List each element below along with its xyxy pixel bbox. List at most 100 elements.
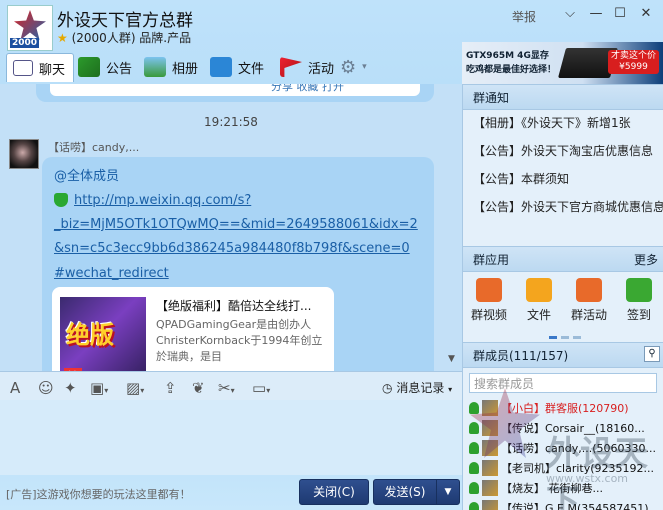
banner-line1: GTX965M 4G显存 [466,51,549,61]
member-row[interactable]: 【小白】群客服(120790) [469,398,659,418]
member-name: 【话唠】candy,...(5060330... [501,442,657,455]
member-status-icon [469,482,479,494]
send-button[interactable]: 发送(S) [373,479,437,505]
message-history-button[interactable]: ◷ 消息记录 ▾ [382,379,452,396]
member-row[interactable]: 【传说】Corsair__(18160... [469,418,659,438]
send-options-icon[interactable]: ▼ [436,479,460,505]
bottom-bar: [广告]这游戏你想要的玩法这里都有！ 关闭(C) 发送(S) ▼ [0,476,462,510]
member-row[interactable]: 【老司机】clarity(9235192... [469,458,659,478]
scroll-down-icon[interactable]: ▼ [448,354,455,364]
app-files[interactable]: 文件 [517,278,561,323]
app-checkin-label: 签到 [626,308,651,322]
settings-icon[interactable]: ⚙ ▾ [340,53,367,81]
close-window-button[interactable]: ✕ [636,5,656,23]
chat-area[interactable]: 分享 收藏 打开 19:21:58 【话唠】candy,... @全体成员 ht… [0,84,462,371]
maximize-button[interactable]: ☐ [610,5,630,23]
qq-group-window: 2000 外设天下官方总群 ★ (2000人群) 品牌.产品 举报 ⌵ — ☐ … [0,0,663,510]
video-icon [476,278,502,302]
image-icon[interactable]: ▨▾ [126,379,144,397]
member-search-icon[interactable]: ⚲ [644,346,660,362]
member-search-input[interactable]: 搜索群成员 [469,373,657,393]
group-avatar[interactable]: 2000 [7,5,53,51]
member-name: 【传说】Corsair__(18160... [501,422,645,435]
notice-title: 群通知 [473,91,510,105]
photo-icon [144,57,166,77]
app-activity[interactable]: 群活动 [567,278,611,323]
notice-header: 群通知 [463,84,663,110]
member-row[interactable]: 【话唠】candy,...(5060330... [469,438,659,458]
member-name: 【烧友】 花街柳巷... [501,482,603,495]
group-name[interactable]: 外设天下官方总群 [57,6,193,31]
notice-item[interactable]: 【相册】《外设天下》新增1张 [473,114,631,131]
app-files-label: 文件 [526,308,551,322]
tab-announcement[interactable]: 公告 [78,53,132,81]
tab-bar: 聊天 公告 相册 文件 活动 ⚙ ▾ [6,53,456,83]
tab-album[interactable]: 相册 [144,53,198,81]
more-apps-link[interactable]: 更多 [634,251,658,268]
close-button[interactable]: 关闭(C) [299,479,369,505]
gift-icon[interactable]: ▣▾ [90,379,108,397]
pager-dot-active [549,336,557,339]
member-status-icon [469,462,479,474]
group-logo-icon [14,10,46,40]
history-label: 消息记录 [396,381,445,395]
banner-price: 才卖这个价 ¥5999 [607,50,659,74]
screenshot-icon[interactable]: ✂▾ [218,379,235,397]
message-link-line2[interactable]: _biz=MjM5OTk1OTQwMQ==&mid=2649588061&idx… [54,217,418,232]
member-avatar [482,420,498,436]
message-time: 19:21:58 [204,115,258,129]
folder-icon [210,57,232,77]
notice-item[interactable]: 【公告】本群须知 [473,170,569,187]
members-header: 群成员(111/157) ⚲ [463,342,663,368]
notice-item[interactable]: 【公告】外设天下官方商城优惠信息 [473,198,663,215]
member-row[interactable]: 【烧友】 花街柳巷... [469,478,659,498]
link-text-1[interactable]: http://mp.weixin.qq.com/s? [74,193,251,208]
member-name: 【小白】群客服(120790) [501,402,629,415]
members-title: 群成员(111/157) [473,349,569,363]
member-status-icon [469,442,479,454]
magic-icon[interactable]: ✦ [64,379,77,397]
dropdown-icon[interactable]: ⌵ [560,5,580,23]
message-bubble: @全体成员 http://mp.weixin.qq.com/s? _biz=Mj… [42,157,434,371]
shake-icon[interactable]: ❦ [192,379,205,397]
member-avatar [482,460,498,476]
app-checkin[interactable]: 签到 [617,278,661,323]
right-panel: 群通知 【相册】《外设天下》新增1张 【公告】外设天下淘宝店优惠信息 【公告】本… [462,84,663,510]
share-card[interactable]: 绝版抢 【绝版福利】酷倍达全线打... QPADGamingGear是由创办人C… [52,287,334,371]
clock-icon: ◷ [382,381,393,395]
font-icon[interactable]: A [10,379,20,397]
more-icon[interactable]: ▭▾ [252,379,270,397]
upload-icon[interactable]: ⇪ [164,379,177,397]
tab-album-label: 相册 [172,61,199,77]
input-toolbar: A ☺ ✦ ▣▾ ▨▾ ⇪ ❦ ✂▾ ▭▾ ◷ 消息记录 ▾ [0,371,462,401]
tab-files[interactable]: 文件 [210,53,264,81]
member-status-icon [469,422,479,434]
sender-avatar[interactable] [9,139,39,169]
apps-pager[interactable] [547,328,583,342]
message-link-line3[interactable]: &sn=c5c3ecc9bb6d386245a984480f8b798f&sce… [54,241,410,256]
tab-chat-label: 聊天 [39,62,66,78]
message-link-line4[interactable]: #wechat_redirect [54,266,169,281]
tab-chat[interactable]: 聊天 [6,53,75,82]
emoji-icon[interactable]: ☺ [38,379,54,397]
tab-announcement-label: 公告 [106,61,133,77]
message-input[interactable] [0,400,462,475]
bottom-ad[interactable]: [广告]这游戏你想要的玩法这里都有！ [6,486,191,502]
pager-dot [561,336,569,339]
member-name: 【传说】G.E.M(354587451) [501,502,649,510]
prev-message-links[interactable]: 分享 收藏 打开 [271,84,344,94]
banner-line2: 吃鸡都是最佳好选择！ [466,65,557,75]
tab-activity[interactable]: 活动 [280,53,334,81]
apps-header: 群应用 更多 [463,246,663,272]
ad-banner[interactable]: GTX965M 4G显存 吃鸡都是最佳好选择！ 才卖这个价 ¥5999 [462,42,663,84]
mention-all[interactable]: @全体成员 [54,165,119,184]
minimize-button[interactable]: — [586,5,606,23]
notice-item[interactable]: 【公告】外设天下淘宝店优惠信息 [473,142,653,159]
activity-flag-icon [280,57,302,77]
message-link-line1[interactable]: http://mp.weixin.qq.com/s? [54,192,251,208]
report-link[interactable]: 举报 [512,8,536,25]
member-row[interactable]: 【传说】G.E.M(354587451) [469,498,659,510]
star-icon: ★ [57,31,68,45]
app-video[interactable]: 群视频 [467,278,511,323]
sender-name[interactable]: 【话唠】candy,... [48,139,139,155]
